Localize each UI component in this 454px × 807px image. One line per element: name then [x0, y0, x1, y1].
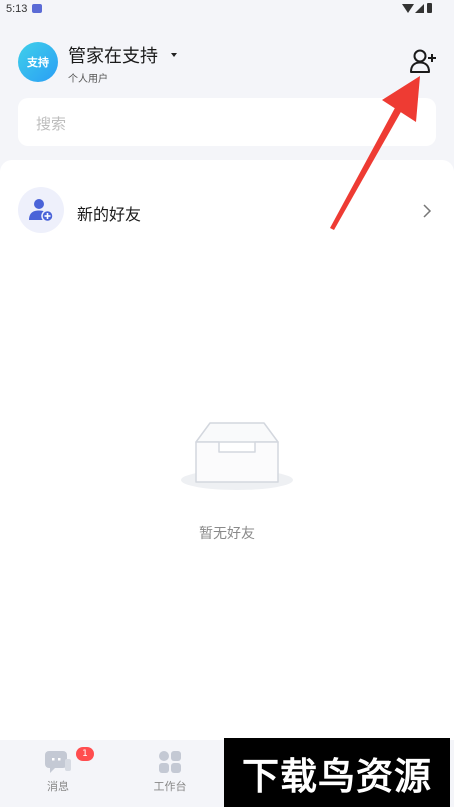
- avatar[interactable]: 支持: [18, 42, 58, 82]
- user-plus-icon: [18, 187, 64, 233]
- empty-inbox-icon: [181, 422, 293, 490]
- nav-item-messages[interactable]: 1 消息: [28, 747, 94, 798]
- status-time: 5:13: [6, 3, 28, 15]
- status-bar: 5:13: [0, 0, 454, 20]
- chevron-right-icon: [423, 204, 432, 218]
- battery-icon: [427, 3, 432, 13]
- nav-label-workbench: 工作台: [153, 780, 187, 793]
- user-type: 个人用户: [68, 74, 108, 85]
- add-user-icon: [410, 49, 436, 73]
- watermark: 下载鸟资源: [224, 738, 450, 807]
- add-friend-button[interactable]: [408, 46, 438, 76]
- nav-item-workbench[interactable]: 工作台: [140, 748, 200, 798]
- chat-icon: [45, 751, 71, 773]
- search-placeholder: 搜索: [36, 115, 67, 133]
- search-input[interactable]: 搜索: [18, 98, 436, 146]
- empty-state: 暂无好友: [0, 420, 454, 560]
- notification-app-icon: [32, 4, 42, 13]
- watermark-text: 下载鸟资源: [242, 754, 432, 798]
- wifi-icon: [402, 4, 414, 13]
- new-friends-row[interactable]: 新的好友: [0, 184, 454, 238]
- nav-label-messages: 消息: [47, 780, 69, 793]
- new-friends-label: 新的好友: [77, 205, 142, 224]
- contacts-panel: 新的好友 暂无好友: [0, 160, 454, 740]
- avatar-text: 支持: [27, 56, 49, 69]
- profile-header: 支持 管家在支持 个人用户: [18, 38, 438, 88]
- signal-icon: [415, 4, 424, 13]
- empty-state-text: 暂无好友: [199, 526, 255, 542]
- unread-badge: 1: [76, 747, 94, 761]
- user-name[interactable]: 管家在支持: [68, 42, 158, 68]
- grid-icon: [159, 751, 181, 773]
- caret-down-icon[interactable]: [171, 53, 177, 57]
- status-icons: [402, 3, 432, 15]
